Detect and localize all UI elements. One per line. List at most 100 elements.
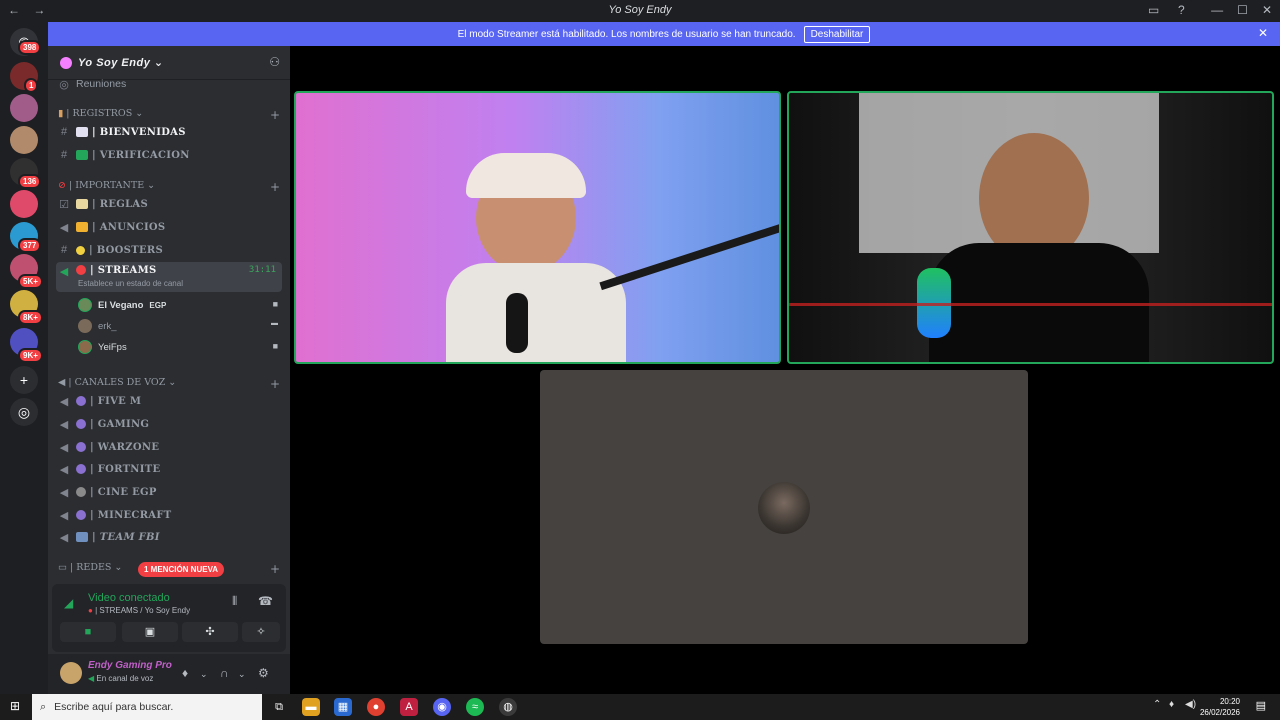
voice-channel-path: ● | STREAMS / Yo Soy Endy (88, 606, 191, 615)
voice-channel-fortnite[interactable]: ◀ | FORTNITE (56, 458, 282, 480)
add-channel-icon[interactable]: + (270, 108, 280, 122)
call-timer: 31:11 (248, 265, 276, 275)
channel-reuniones[interactable]: ◎ Reuniones (56, 73, 282, 95)
channel-status-prompt[interactable]: Establece un estado de canal (78, 279, 183, 288)
avatar[interactable] (60, 662, 82, 684)
add-server-icon[interactable]: + (10, 366, 38, 394)
server-icon[interactable] (10, 94, 38, 122)
voice-connection-panel: ◢ Video conectado ● | STREAMS / Yo Soy E… (52, 584, 286, 652)
video-tile-camera-off[interactable] (540, 370, 1028, 644)
signal-icon[interactable]: ◢ (64, 596, 73, 610)
video-stage (290, 46, 1280, 694)
banner-text: El modo Streamer está habilitado. Los no… (457, 28, 796, 40)
window-title: Yo Soy Endy (608, 4, 672, 16)
voice-user[interactable]: El Vegano EGP ■ (78, 295, 278, 315)
speaker-icon: ◀ (59, 531, 69, 544)
voice-user[interactable]: YeiFps ■ (78, 337, 278, 357)
camera-icon: ■ (272, 341, 278, 351)
explore-servers-icon[interactable]: ◎ (10, 398, 38, 426)
spotify-icon[interactable]: ≈ (466, 698, 484, 716)
tray-chevron-icon[interactable]: ⌃ (1153, 699, 1161, 710)
obs-icon[interactable]: ◍ (499, 698, 517, 716)
discord-icon[interactable]: ◉ (433, 698, 451, 716)
speaker-icon: ◎ (59, 78, 69, 91)
taskbar-clock[interactable]: 20:20 26/02/2026 (1200, 696, 1240, 718)
avatar (758, 482, 810, 534)
channel-streams[interactable]: ◀ | STREAMS 31:11 Establece un estado de… (56, 262, 282, 292)
search-icon: ⌕ (40, 700, 47, 713)
add-channel-icon[interactable]: + (270, 377, 280, 391)
help-icon[interactable]: ? (1178, 3, 1185, 17)
headphones-icon[interactable]: ∩ (220, 666, 229, 680)
category-redes[interactable]: ▭ | REDES ⌄ 1 MENCIÓN NUEVA + (58, 562, 284, 578)
speaker-icon: ◀ (59, 463, 69, 476)
chevron-down-icon[interactable]: ⌄ (200, 669, 208, 680)
microphone-tray-icon[interactable]: ♦ (1169, 699, 1174, 710)
channel-reglas[interactable]: ☑ | REGLAS (56, 193, 282, 215)
server-icon[interactable] (10, 190, 38, 218)
store-icon[interactable]: ▦ (334, 698, 352, 716)
adobe-icon[interactable]: A (400, 698, 418, 716)
task-view-icon[interactable]: ⧉ (270, 698, 288, 716)
microphone-icon[interactable]: ♦ (182, 666, 188, 680)
voice-channel-cine-egp[interactable]: ◀ | CINE EGP (56, 481, 282, 503)
channel-verificacion[interactable]: # | VERIFICACION (56, 144, 282, 166)
user-status: ◀ En canal de voz (88, 674, 154, 683)
volume-icon[interactable]: ◀) (1185, 699, 1196, 710)
speaker-icon: ◀ (59, 509, 69, 522)
gear-icon[interactable]: ⚙ (258, 666, 269, 680)
chevron-down-icon[interactable]: ⌄ (238, 669, 246, 680)
soundboard-button[interactable]: ✧ (242, 622, 280, 642)
unread-badge: 5K+ (18, 274, 43, 289)
add-channel-icon[interactable]: + (270, 180, 280, 194)
notifications-icon[interactable]: ▤ (1256, 699, 1266, 712)
screen-share-button[interactable]: ▣ (122, 622, 178, 642)
new-mention-badge[interactable]: 1 MENCIÓN NUEVA (138, 562, 225, 577)
camera-button[interactable]: ■ (60, 622, 116, 642)
avatar (78, 319, 92, 333)
taskbar-search[interactable]: ⌕ Escribe aquí para buscar. (32, 694, 262, 720)
inbox-icon[interactable]: ▭ (1148, 3, 1159, 17)
channel-sidebar: Yo Soy Endy ⌄ ⚇ ◎ Reuniones ▮ | REGISTRO… (48, 46, 290, 694)
channel-anuncios[interactable]: ◀ | ANUNCIOS (56, 216, 282, 238)
windows-start-icon[interactable]: ⊞ (10, 699, 20, 713)
unread-badge: 398 (18, 40, 42, 55)
voice-channel-fivem[interactable]: ◀ | FIVE M (56, 390, 282, 412)
voice-channel-team-fbi[interactable]: ◀ | TEAM FBI (56, 526, 282, 548)
avatar (78, 298, 92, 312)
close-window-button[interactable]: ✕ (1262, 3, 1272, 17)
disable-streamer-mode-button[interactable]: Deshabilitar (803, 25, 871, 43)
username: Endy Gaming Pro (88, 660, 172, 671)
chrome-icon[interactable]: ● (367, 698, 385, 716)
voice-channel-minecraft[interactable]: ◀ | MINECRAFT (56, 504, 282, 526)
voice-user[interactable]: erk_ ▬ (78, 316, 278, 336)
speaker-icon: ◀ (59, 395, 69, 408)
minimize-button[interactable]: — (1211, 3, 1223, 17)
noise-suppression-icon[interactable]: ⦀ (232, 594, 237, 609)
server-list: ◉ 398 1 136 377 5K+ 8K+ 9K+ + ◎ (0, 22, 48, 694)
channel-bienvenidas[interactable]: # | BIENVENIDAS (56, 121, 282, 143)
video-tile[interactable] (294, 91, 781, 364)
voice-channel-gaming[interactable]: ◀ | GAMING (56, 413, 282, 435)
hash-icon: # (60, 126, 68, 138)
window-controls: — ☐ ✕ (1211, 3, 1272, 17)
server-icon (60, 57, 72, 69)
activities-button[interactable]: ✣ (182, 622, 238, 642)
rules-icon: ☑ (59, 198, 69, 211)
voice-status[interactable]: Video conectado (88, 592, 170, 604)
close-icon[interactable]: ✕ (1258, 26, 1268, 40)
avatar (78, 340, 92, 354)
invite-icon[interactable]: ⚇ (269, 55, 280, 69)
server-icon[interactable] (10, 126, 38, 154)
maximize-button[interactable]: ☐ (1237, 3, 1248, 17)
speaker-icon: ◀ (59, 486, 69, 499)
video-tile[interactable] (787, 91, 1274, 364)
hash-icon: # (60, 149, 68, 161)
voice-channel-warzone[interactable]: ◀ | WARZONE (56, 436, 282, 458)
live-icon: ▬ (271, 320, 278, 327)
disconnect-icon[interactable]: ☎ (258, 594, 273, 608)
channel-boosters[interactable]: # | BOOSTERS (56, 239, 282, 261)
add-channel-icon[interactable]: + (270, 562, 280, 576)
file-explorer-icon[interactable]: ▬ (302, 698, 320, 716)
user-panel: Endy Gaming Pro ◀ En canal de voz ♦ ⌄ ∩ … (48, 654, 290, 694)
